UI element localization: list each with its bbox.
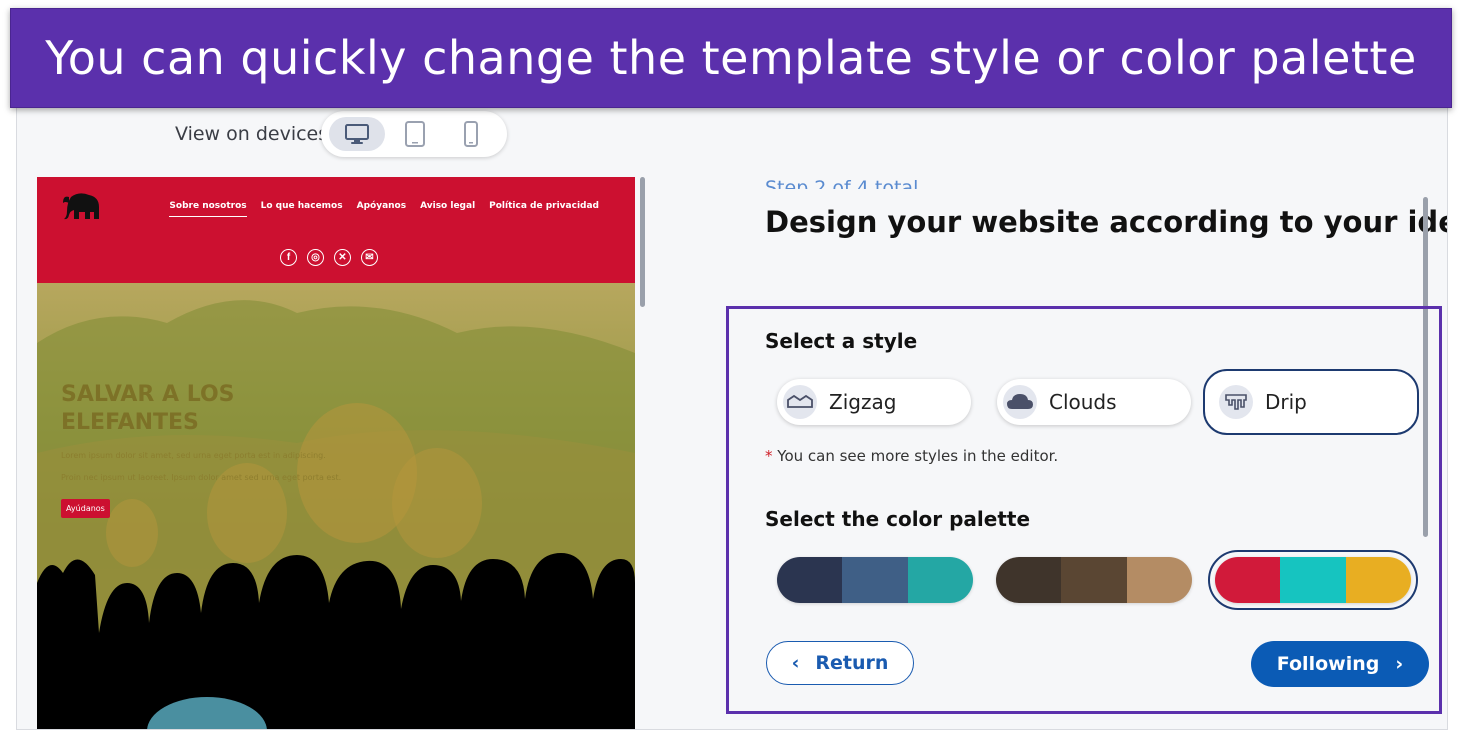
palette-option-selected[interactable] xyxy=(1208,550,1418,610)
next-button[interactable]: Following › xyxy=(1251,641,1429,687)
wizard-scrollbar[interactable] xyxy=(1423,197,1428,537)
site-nav: Sobre nosotros Lo que hacemos Apóyanos A… xyxy=(169,201,599,217)
palette-swatch xyxy=(1126,557,1192,603)
palette-option[interactable] xyxy=(996,557,1192,603)
hero-section: SALVAR A LOS ELEFANTES Lorem ipsum dolor… xyxy=(37,283,635,729)
nav-item-support[interactable]: Apóyanos xyxy=(357,201,406,217)
style-name: Zigzag xyxy=(829,390,897,414)
page-title: Design your website according to your id… xyxy=(765,205,1448,239)
style-option-clouds[interactable]: Clouds xyxy=(997,379,1191,425)
palette-swatch xyxy=(907,557,973,603)
palette-swatch xyxy=(842,557,908,603)
caption-text: You can quickly change the template styl… xyxy=(45,31,1417,85)
x-icon[interactable]: ✕ xyxy=(334,249,351,266)
website-preview[interactable]: Sobre nosotros Lo que hacemos Apóyanos A… xyxy=(37,177,635,729)
phone-icon xyxy=(464,121,478,147)
hero-cta-button[interactable]: Ayúdanos xyxy=(61,499,110,518)
drip-icon xyxy=(1219,385,1253,419)
device-switcher xyxy=(321,111,507,157)
chevron-left-icon: ‹ xyxy=(791,652,800,674)
hero-text-line: Lorem ipsum dolor sit amet, sed urna ege… xyxy=(61,451,326,460)
cloud-icon xyxy=(1003,385,1037,419)
nav-item-legal[interactable]: Aviso legal xyxy=(420,201,475,217)
tablet-icon xyxy=(405,121,425,147)
nav-item-privacy[interactable]: Política de privacidad xyxy=(489,201,599,217)
palette-section-label: Select the color palette xyxy=(765,507,1031,531)
palette-swatch xyxy=(996,557,1062,603)
hero-title: SALVAR A LOS ELEFANTES xyxy=(61,382,235,435)
preview-scrollbar[interactable] xyxy=(640,177,645,307)
zigzag-icon xyxy=(783,385,817,419)
style-name: Clouds xyxy=(1049,390,1117,414)
desktop-view-button[interactable] xyxy=(329,117,385,151)
facebook-icon[interactable]: f xyxy=(280,249,297,266)
return-label: Return xyxy=(815,652,889,674)
palette-swatch xyxy=(1345,557,1411,603)
website-builder: View on devices Sobre nosotros Lo que ha… xyxy=(16,96,1448,730)
hero-background-image xyxy=(37,300,635,729)
email-icon[interactable]: ✉ xyxy=(361,249,378,266)
return-button[interactable]: ‹ Return xyxy=(766,641,914,685)
style-option-zigzag[interactable]: Zigzag xyxy=(777,379,971,425)
caption-banner: You can quickly change the template styl… xyxy=(10,8,1452,108)
site-header: Sobre nosotros Lo que hacemos Apóyanos A… xyxy=(37,177,635,283)
desktop-icon xyxy=(345,124,369,144)
nav-item-about[interactable]: Sobre nosotros xyxy=(169,201,247,217)
phone-view-button[interactable] xyxy=(443,117,499,151)
palette-swatch xyxy=(777,557,843,603)
note-text: You can see more styles in the editor. xyxy=(777,447,1059,465)
style-name: Drip xyxy=(1265,390,1307,414)
palette-swatch xyxy=(1280,557,1346,603)
instagram-icon[interactable]: ◎ xyxy=(307,249,324,266)
chevron-right-icon: › xyxy=(1395,653,1404,675)
palette-swatch xyxy=(1061,557,1127,603)
style-section-label: Select a style xyxy=(765,329,918,353)
devices-label: View on devices xyxy=(175,123,329,145)
next-label: Following xyxy=(1276,653,1380,675)
palette-swatch xyxy=(1215,557,1281,603)
elephant-logo-icon xyxy=(63,193,99,220)
style-option-drip[interactable]: Drip xyxy=(1203,369,1419,435)
step-indicator: Step 2 of 4 total xyxy=(765,177,919,189)
social-links: f ◎ ✕ ✉ xyxy=(280,249,378,266)
note-asterisk: * xyxy=(765,447,773,465)
hero-text-line: Proin nec ipsum ut laoreet. Ipsum dolor … xyxy=(61,473,342,482)
tablet-view-button[interactable] xyxy=(387,117,443,151)
styles-note: * You can see more styles in the editor. xyxy=(765,447,1058,465)
palette-option[interactable] xyxy=(777,557,973,603)
nav-item-what-we-do[interactable]: Lo que hacemos xyxy=(261,201,343,217)
